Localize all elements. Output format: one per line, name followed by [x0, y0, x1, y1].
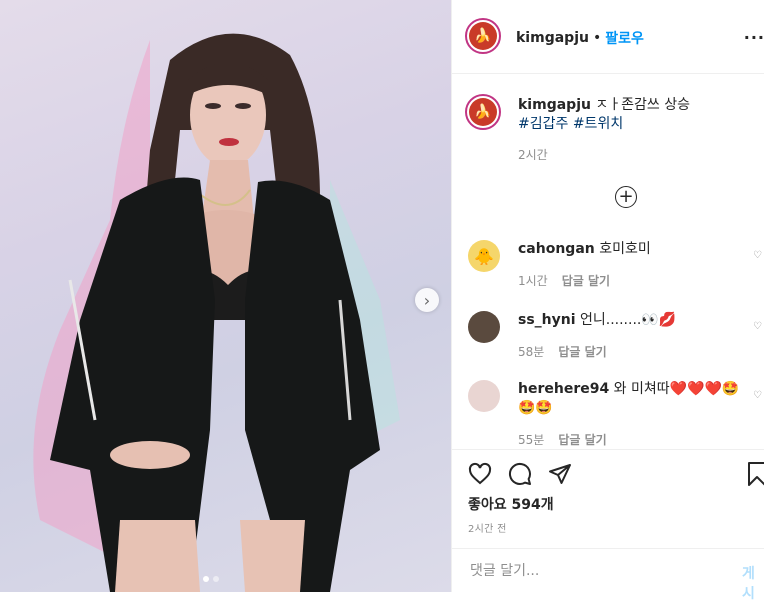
comment-button[interactable] — [508, 462, 532, 490]
plus-circle-icon: + — [618, 186, 634, 207]
carousel-dot-1 — [203, 576, 209, 582]
comment-text: 호미호미 — [599, 241, 651, 257]
carousel-dot-2 — [213, 576, 219, 582]
like-button[interactable] — [468, 462, 492, 490]
banana-avatar-icon: 🍌 — [474, 104, 492, 120]
bird-glasses-avatar-icon: 🐥 — [474, 246, 494, 266]
hashtag-link[interactable]: #트위치 — [573, 116, 623, 132]
comment-text: 와 미쳐따❤️❤️❤️🤩 — [613, 381, 740, 397]
reply-button[interactable]: 답글 달기 — [562, 272, 610, 289]
commenter-username[interactable]: ss_hyni — [518, 312, 576, 328]
share-button[interactable] — [548, 462, 572, 490]
reply-button[interactable]: 답글 달기 — [558, 343, 606, 360]
caption: kimgapju ㅈㅏ존감쓰 상승 #김갑주 #트위치 2시간 — [518, 96, 758, 165]
commenter-avatar[interactable]: 🐥 — [468, 240, 500, 272]
comment-text: 언니........👀💋 — [579, 312, 677, 328]
comment-input[interactable] — [468, 562, 702, 580]
like-count[interactable]: 좋아요 594개 — [468, 494, 554, 514]
comment-like-icon[interactable]: ♡ — [753, 321, 762, 332]
comment-text-continued: 🤩🤩 — [518, 400, 553, 416]
comment-time: 55분 — [518, 433, 545, 447]
banana-avatar-icon: 🍌 — [474, 28, 492, 44]
share-icon — [549, 464, 571, 484]
carousel-next-button[interactable]: › — [415, 288, 439, 312]
comment-icon — [508, 462, 531, 485]
post-comment-button[interactable]: 게시 — [742, 563, 764, 603]
more-options-button[interactable]: ··· — [744, 28, 764, 47]
post-actions: 좋아요 594개 2시간 전 게시 — [452, 449, 764, 602]
reply-button[interactable]: 답글 달기 — [558, 431, 606, 448]
heart-icon — [468, 462, 492, 485]
author-avatar[interactable]: 🍌 — [465, 18, 501, 54]
chevron-right-icon: › — [423, 290, 431, 310]
commenter-avatar[interactable] — [468, 311, 500, 343]
photo-illustration — [33, 33, 400, 592]
comment-time: 1시간 — [518, 274, 548, 288]
commenter-avatar[interactable] — [468, 380, 500, 412]
comment-like-icon[interactable]: ♡ — [753, 250, 762, 261]
caption-time: 2시간 — [518, 148, 548, 162]
save-button[interactable] — [748, 462, 764, 490]
commenter-username[interactable]: cahongan — [518, 241, 595, 257]
load-more-comments-button[interactable]: + — [615, 186, 637, 208]
post-timestamp[interactable]: 2시간 전 — [468, 520, 507, 535]
add-comment-bar: 게시 — [452, 548, 764, 602]
carousel-indicator — [203, 576, 219, 582]
comment-time: 58분 — [518, 345, 545, 359]
bookmark-icon — [748, 462, 764, 486]
caption-avatar[interactable]: 🍌 — [465, 94, 501, 130]
comment-like-icon[interactable]: ♡ — [753, 390, 762, 401]
commenter-username[interactable]: herehere94 — [518, 381, 609, 397]
post-header: 🍌 kimgapju • 팔로우 ··· — [452, 0, 764, 74]
caption-text: ㅈㅏ존감쓰 상승 — [595, 97, 691, 113]
author-username[interactable]: kimgapju — [516, 30, 589, 46]
post-side-panel: 🍌 kimgapju • 팔로우 ··· 🍌 kimgapju ㅈㅏ존감쓰 상승… — [451, 0, 764, 602]
hashtag-link[interactable]: #김갑주 — [518, 116, 568, 132]
separator-dot: • — [592, 30, 602, 46]
follow-button[interactable]: 팔로우 — [605, 28, 644, 48]
caption-username[interactable]: kimgapju — [518, 97, 591, 113]
post-photo[interactable]: › — [0, 0, 451, 592]
